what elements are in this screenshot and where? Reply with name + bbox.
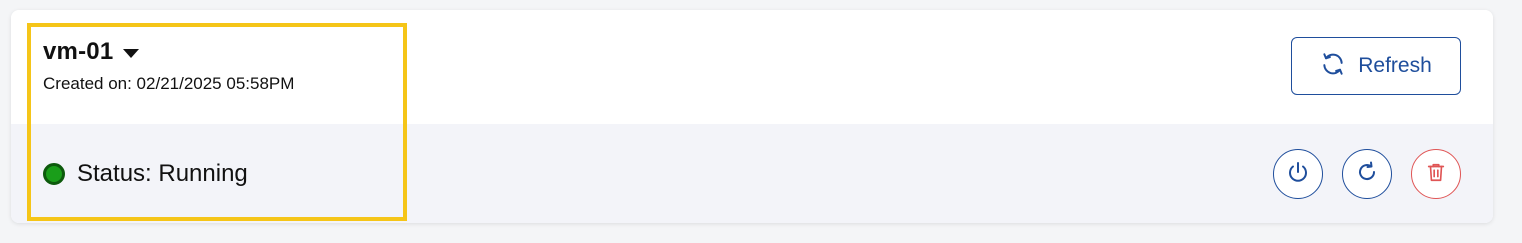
vm-card-header [11, 10, 1493, 124]
vm-created-date: Created on: 02/21/2025 05:58PM [43, 74, 295, 93]
restart-icon [1355, 160, 1379, 189]
vm-selector[interactable]: vm-01 [43, 38, 140, 66]
refresh-icon [1320, 51, 1346, 82]
power-button[interactable] [1273, 149, 1323, 199]
refresh-button[interactable]: Refresh [1291, 37, 1461, 95]
refresh-label: Refresh [1358, 54, 1432, 77]
vm-status: Status: Running [43, 160, 248, 188]
status-label: Status: Running [77, 160, 248, 187]
vm-card [11, 10, 1493, 223]
trash-icon [1425, 161, 1447, 188]
status-indicator-icon [43, 163, 65, 185]
restart-button[interactable] [1342, 149, 1392, 199]
vm-name: vm-01 [43, 38, 114, 65]
caret-down-icon[interactable] [123, 49, 140, 58]
power-icon [1286, 160, 1310, 189]
delete-button[interactable] [1411, 149, 1461, 199]
